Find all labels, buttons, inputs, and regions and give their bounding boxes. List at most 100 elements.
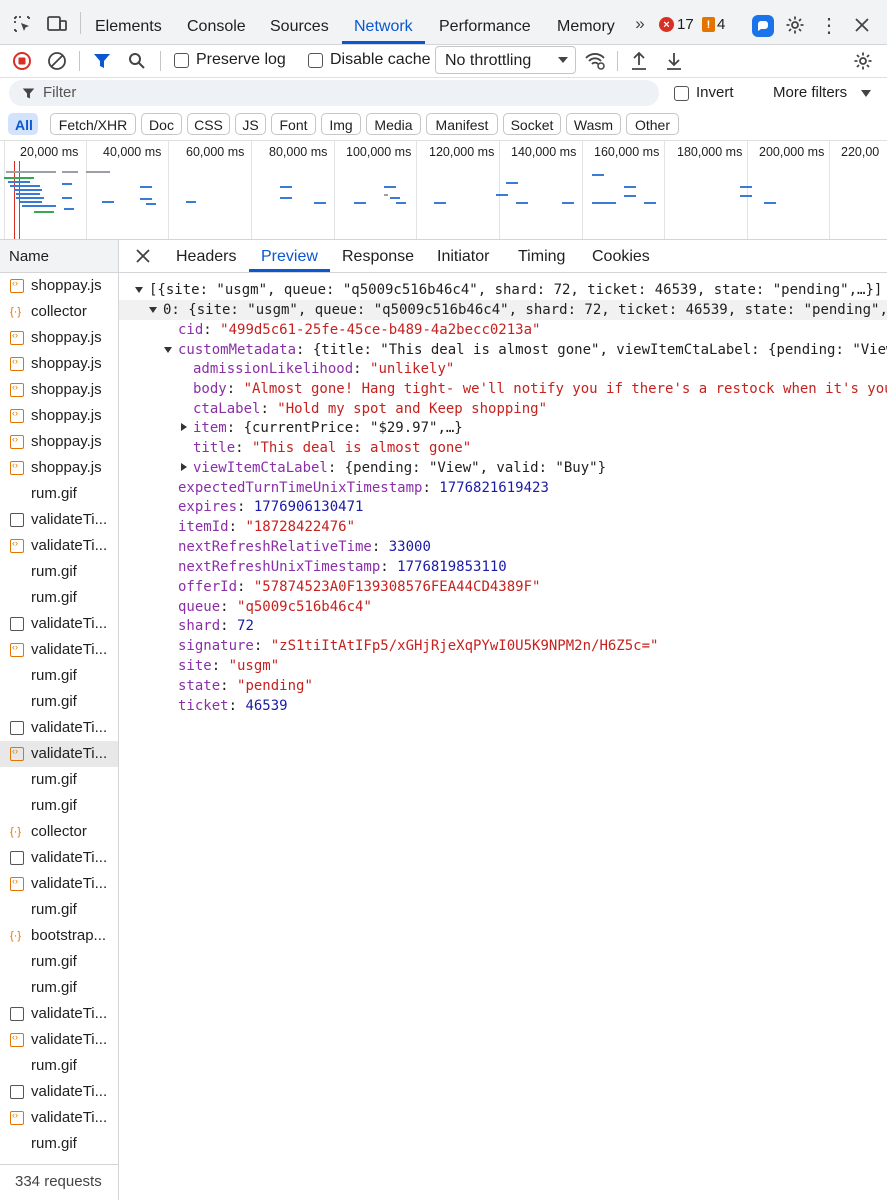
item-0-summary[interactable]: 0: {site: "usgm", queue: "q5009c516b46c4… <box>163 300 887 320</box>
errors-count[interactable]: 17 <box>677 16 694 33</box>
warnings-count[interactable]: 4 <box>717 16 725 33</box>
request-row[interactable]: rum.gif <box>0 897 118 923</box>
more-filters-dropdown[interactable]: More filters <box>758 84 878 104</box>
request-row[interactable]: rum.gif <box>0 585 118 611</box>
type-chip-img[interactable]: Img <box>321 113 361 135</box>
tab-headers[interactable]: Headers <box>176 240 236 272</box>
prop-viewitemctalabel[interactable]: viewItemCtaLabel: {pending: "View", vali… <box>193 458 606 478</box>
request-row[interactable]: validateTi... <box>0 845 118 871</box>
close-detail-icon[interactable] <box>135 248 151 264</box>
collapse-triangle-icon[interactable] <box>181 423 187 431</box>
request-row[interactable]: shoppay.js <box>0 377 118 403</box>
tab-preview[interactable]: Preview <box>249 240 330 272</box>
type-chip-font[interactable]: Font <box>271 113 316 135</box>
request-row[interactable]: validateTi... <box>0 507 118 533</box>
request-row[interactable]: validateTi... <box>0 1079 118 1105</box>
disable-cache-label[interactable]: Disable cache <box>330 51 431 69</box>
type-chip-other[interactable]: Other <box>626 113 679 135</box>
request-row[interactable]: shoppay.js <box>0 273 118 299</box>
type-chip-socket[interactable]: Socket <box>503 113 561 135</box>
preserve-log-label[interactable]: Preserve log <box>196 51 286 69</box>
invert-label[interactable]: Invert <box>696 84 734 101</box>
search-icon[interactable] <box>127 51 147 71</box>
request-row[interactable]: {·} bootstrap... <box>0 923 118 949</box>
ai-assistance-icon[interactable] <box>752 15 774 37</box>
device-toolbar-icon[interactable] <box>46 14 68 34</box>
request-row[interactable]: {·} collector <box>0 299 118 325</box>
request-row[interactable]: validateTi... <box>0 715 118 741</box>
request-row[interactable]: validateTi... <box>0 1027 118 1053</box>
request-row[interactable]: validateTi... <box>0 611 118 637</box>
name-column-header[interactable]: Name <box>0 240 118 273</box>
request-row[interactable]: rum.gif <box>0 975 118 1001</box>
close-devtools-icon[interactable] <box>852 14 872 36</box>
disable-cache-checkbox[interactable] <box>308 53 323 68</box>
inspect-element-icon[interactable] <box>12 14 32 34</box>
tab-initiator[interactable]: Initiator <box>437 240 489 272</box>
request-row[interactable]: shoppay.js <box>0 325 118 351</box>
network-conditions-icon[interactable] <box>584 51 606 71</box>
filter-icon[interactable] <box>92 51 112 71</box>
prop-custommetadata[interactable]: customMetadata: {title: "This deal is al… <box>178 340 887 360</box>
type-chip-doc[interactable]: Doc <box>141 113 182 135</box>
request-row[interactable]: validateTi... <box>0 871 118 897</box>
chevron-double-right-icon[interactable]: » <box>630 14 650 33</box>
request-row[interactable]: validateTi... <box>0 741 118 767</box>
request-row[interactable]: validateTi... <box>0 533 118 559</box>
tab-network[interactable]: Network <box>342 0 425 44</box>
tab-cookies[interactable]: Cookies <box>592 240 650 272</box>
import-har-icon[interactable] <box>629 50 649 72</box>
settings-gear-icon[interactable] <box>784 14 806 36</box>
request-row[interactable]: shoppay.js <box>0 351 118 377</box>
type-chip-wasm[interactable]: Wasm <box>566 113 621 135</box>
expand-triangle-icon[interactable] <box>135 287 143 293</box>
type-chip-fetch-xhr[interactable]: Fetch/XHR <box>50 113 136 135</box>
error-icon[interactable]: × <box>659 17 674 32</box>
request-row[interactable]: validateTi... <box>0 637 118 663</box>
request-row[interactable]: validateTi... <box>0 1105 118 1131</box>
throttling-select[interactable]: No throttling <box>435 46 576 74</box>
expand-triangle-icon[interactable] <box>164 347 172 353</box>
request-row[interactable]: shoppay.js <box>0 455 118 481</box>
request-row[interactable]: rum.gif <box>0 689 118 715</box>
type-chip-manifest[interactable]: Manifest <box>426 113 498 135</box>
network-overview-timeline[interactable]: 20,000 ms 40,000 ms 60,000 ms 80,000 ms … <box>0 141 887 240</box>
filter-input[interactable]: Filter <box>9 80 659 106</box>
request-row[interactable]: rum.gif <box>0 481 118 507</box>
type-chip-js[interactable]: JS <box>235 113 266 135</box>
request-row[interactable]: rum.gif <box>0 1053 118 1079</box>
root-summary[interactable]: [{site: "usgm", queue: "q5009c516b46c4",… <box>149 280 882 300</box>
request-row[interactable]: rum.gif <box>0 793 118 819</box>
collapse-triangle-icon[interactable] <box>181 463 187 471</box>
request-row[interactable]: rum.gif <box>0 767 118 793</box>
request-row[interactable]: validateTi... <box>0 1001 118 1027</box>
type-chip-css[interactable]: CSS <box>187 113 230 135</box>
network-settings-gear-icon[interactable] <box>852 50 874 72</box>
request-row[interactable]: rum.gif <box>0 1131 118 1157</box>
type-chip-all[interactable]: All <box>8 113 38 135</box>
tab-response[interactable]: Response <box>342 240 414 272</box>
request-row[interactable]: shoppay.js <box>0 429 118 455</box>
request-row[interactable]: rum.gif <box>0 663 118 689</box>
request-row[interactable]: {·} collector <box>0 819 118 845</box>
clear-icon[interactable] <box>47 51 67 71</box>
more-options-icon[interactable]: ⋮ <box>819 14 839 37</box>
request-row[interactable]: rum.gif <box>0 559 118 585</box>
tab-console[interactable]: Console <box>187 0 246 44</box>
tab-performance[interactable]: Performance <box>439 0 531 44</box>
type-chip-media[interactable]: Media <box>366 113 421 135</box>
tab-elements[interactable]: Elements <box>95 0 162 44</box>
tab-sources[interactable]: Sources <box>270 0 329 44</box>
invert-checkbox[interactable] <box>674 86 689 101</box>
tab-timing[interactable]: Timing <box>518 240 565 272</box>
request-row[interactable]: shoppay.js <box>0 403 118 429</box>
request-row[interactable]: rum.gif <box>0 949 118 975</box>
prop-item[interactable]: item: {currentPrice: "$29.97",…} <box>193 418 463 438</box>
expand-triangle-icon[interactable] <box>149 307 157 313</box>
export-har-icon[interactable] <box>664 50 684 72</box>
request-name: rum.gif <box>31 485 77 502</box>
warning-icon[interactable]: ! <box>702 17 715 32</box>
stop-recording-icon[interactable] <box>12 51 32 71</box>
preserve-log-checkbox[interactable] <box>174 53 189 68</box>
tab-memory[interactable]: Memory <box>557 0 615 44</box>
